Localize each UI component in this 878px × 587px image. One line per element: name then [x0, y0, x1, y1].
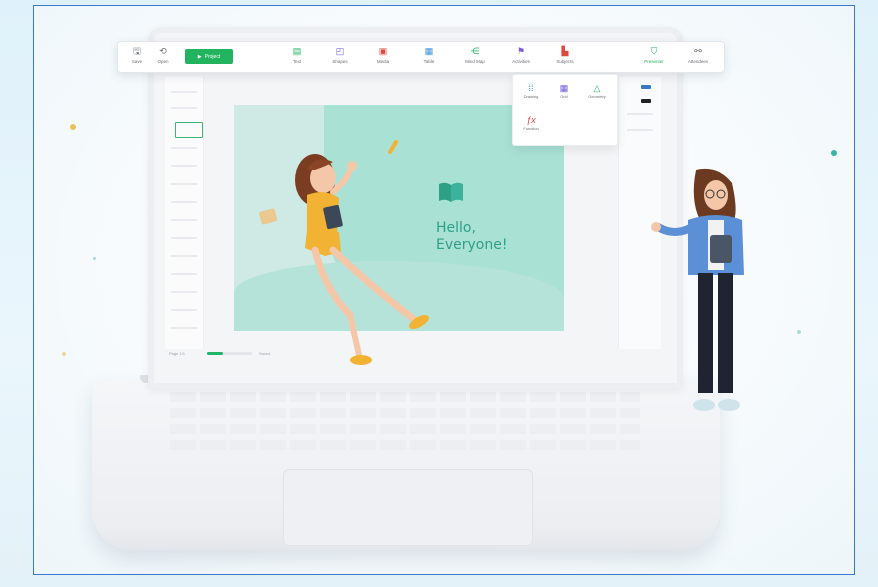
slide-thumb[interactable]: [171, 201, 197, 203]
presenter-button[interactable]: ⛉ Presenter: [637, 45, 671, 69]
slide-thumb[interactable]: [171, 91, 197, 93]
geometry-icon: △: [593, 83, 601, 93]
activities-label: Activities: [512, 59, 530, 64]
text-label: Text: [292, 59, 302, 64]
subjects-label: Subjects: [556, 59, 574, 64]
slide-thumb[interactable]: [171, 183, 197, 185]
presenter-icon: ⛉: [650, 46, 658, 56]
slide-thumb[interactable]: [171, 219, 197, 221]
save-icon: 🖫: [133, 46, 141, 56]
open-label: Open: [157, 59, 169, 64]
progress-fill: [207, 352, 223, 355]
keyboard-row: [170, 392, 640, 402]
mind-map-tool[interactable]: ⋲ Mind Map: [458, 45, 492, 69]
slide-thumb[interactable]: [171, 273, 197, 275]
slide-title-line2: Everyone!: [436, 237, 508, 253]
drawing-label: Drawing: [523, 94, 539, 99]
slide-thumb[interactable]: [171, 107, 197, 109]
media-tool[interactable]: ▣ Media: [366, 45, 400, 69]
slide-thumb[interactable]: [171, 327, 197, 329]
keyboard-row: [170, 440, 640, 450]
grid-icon: ▦: [559, 83, 569, 93]
geometry-item[interactable]: △ Geometry: [584, 83, 610, 99]
subjects-icon: ▙: [561, 46, 569, 56]
slide-thumb[interactable]: [171, 165, 197, 167]
function-icon: ƒx: [526, 115, 536, 125]
attendees-icon: ⚯: [694, 46, 702, 56]
open-icon: ⟲: [159, 46, 167, 56]
play-label: Project: [204, 53, 221, 60]
function-label: Function: [523, 126, 539, 131]
slide-title[interactable]: Hello, Everyone!: [436, 220, 507, 254]
presenter-label: Presenter: [644, 59, 664, 64]
table-icon: ▦: [424, 46, 434, 56]
mind-map-icon: ⋲: [470, 46, 480, 56]
subjects-tool[interactable]: ▙ Subjects: [548, 45, 582, 69]
slide-title-line1: Hello,: [436, 220, 476, 236]
slides-panel[interactable]: [165, 77, 204, 349]
text-tool[interactable]: ▤ Text: [280, 45, 314, 69]
media-label: Media: [376, 59, 390, 64]
girl-character-illustration: [259, 140, 429, 365]
subjects-dropdown: ⁞⁞ Drawing ▦ Grid △ Geometry ƒx Function: [512, 74, 618, 146]
teacher-character-illustration: [651, 168, 744, 411]
decor-dot: [797, 330, 801, 334]
media-icon: ▣: [378, 46, 388, 56]
table-label: Table: [423, 59, 435, 64]
slide-thumb[interactable]: [171, 147, 197, 149]
activities-tool[interactable]: ⚑ Activities: [504, 45, 538, 69]
open-button[interactable]: ⟲ Open: [146, 45, 180, 69]
property-row: [627, 129, 653, 131]
drawing-icon: ⁞⁞: [528, 83, 534, 93]
decor-dot: [93, 257, 96, 260]
save-label: Save: [131, 59, 143, 64]
drawing-item[interactable]: ⁞⁞ Drawing: [518, 83, 544, 99]
play-icon: ▶: [197, 53, 202, 60]
slide-thumb[interactable]: [171, 291, 197, 293]
function-item[interactable]: ƒx Function: [518, 115, 544, 131]
shapes-tool[interactable]: ◰ Shapes: [323, 45, 357, 69]
shapes-icon: ◰: [335, 46, 345, 56]
page-indicator: Page 1/1: [169, 351, 186, 356]
decor-dot: [70, 124, 76, 130]
play-button[interactable]: ▶ Project: [185, 49, 233, 64]
slide-thumb[interactable]: [171, 237, 197, 239]
decor-dot: [831, 150, 837, 156]
slide-thumb[interactable]: [171, 309, 197, 311]
color-swatch[interactable]: [641, 99, 651, 103]
shapes-label: Shapes: [332, 59, 348, 64]
keyboard-row: [170, 408, 640, 418]
slide-thumb[interactable]: [171, 255, 197, 257]
geometry-label: Geometry: [588, 94, 606, 99]
grid-label: Grid: [560, 94, 568, 99]
table-tool[interactable]: ▦ Table: [412, 45, 446, 69]
decor-dot: [62, 352, 66, 356]
laptop-trackpad: [283, 469, 533, 546]
progress-bar: [207, 352, 252, 355]
keyboard-row: [170, 424, 640, 434]
selected-slide-thumb[interactable]: [175, 122, 203, 138]
attendees-label: Attendees: [687, 59, 709, 64]
attendees-button[interactable]: ⚯ Attendees: [681, 45, 715, 69]
color-swatch[interactable]: [641, 85, 651, 89]
text-icon: ▤: [292, 46, 302, 56]
book-icon: [439, 182, 463, 202]
grid-item[interactable]: ▦ Grid: [551, 83, 577, 99]
mind-map-label: Mind Map: [465, 59, 485, 64]
property-row: [627, 113, 653, 115]
activities-icon: ⚑: [516, 46, 526, 56]
